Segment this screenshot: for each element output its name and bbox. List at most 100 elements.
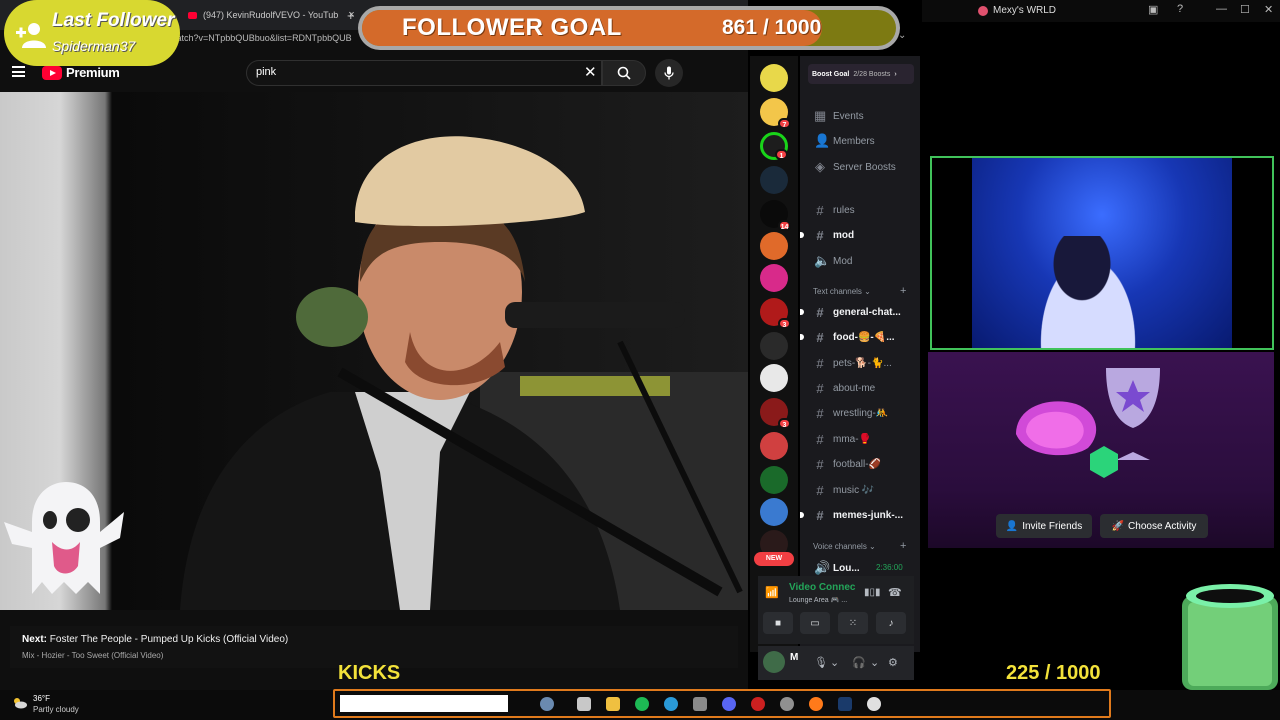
address-bar[interactable]: watch?v=NTpbbQUBbuo&list=RDNTpbbQUB [170,33,370,43]
user-initial[interactable]: M [790,652,798,663]
nav-events[interactable]: ▦ Events [814,108,864,124]
channel-mma[interactable]: # mma-🥊 [814,432,871,447]
server-icon[interactable] [760,64,788,92]
server-icon[interactable]: 3 [760,398,791,429]
invite-friends-button[interactable]: 👤 Invite Friends [996,514,1092,538]
category-voice-channels[interactable]: Voice channels ⌄ [813,542,876,551]
server-icon[interactable]: 1 [760,132,788,160]
app-icon[interactable] [693,697,707,711]
voice-room-name[interactable]: Lounge Area 🎮 ... [789,596,847,604]
hash-icon: # [816,508,824,523]
speaker-icon: 🔈 [814,253,831,268]
search-input[interactable] [246,60,602,86]
server-icon[interactable] [760,432,788,460]
up-next-label: Next: [22,634,48,645]
chrome-icon[interactable] [780,697,794,711]
screen-share-button[interactable]: ▭ [800,612,830,634]
hash-icon: # [816,228,824,243]
clear-search-icon[interactable]: ✕ [584,63,597,81]
inbox-icon[interactable]: ▣ [1148,3,1158,16]
channel-rules[interactable]: # rules [814,203,854,218]
channel-wrestling[interactable]: # wrestling-🤼 [814,406,888,421]
unread-badge: 14 [778,220,791,231]
spotify-icon[interactable] [635,697,649,711]
menu-icon[interactable] [12,66,25,77]
avatar[interactable] [763,651,785,673]
steam-icon[interactable] [838,697,852,711]
camera-button[interactable]: ■ [763,612,793,634]
choose-activity-button[interactable]: 🚀 Choose Activity [1100,514,1208,538]
up-next-video-title[interactable]: Foster The People - Pumped Up Kicks (Off… [50,634,288,645]
voice-status[interactable]: Video Connec [789,582,856,593]
channel-mod-voice[interactable]: 🔈 Mod [814,253,852,269]
weather-conditions[interactable]: Partly cloudy [33,705,79,714]
channel-general-chat[interactable]: # general-chat... [814,305,900,320]
add-voice-channel-icon[interactable]: + [900,540,906,552]
soundboard-icon[interactable]: ▮▯▮ [864,587,881,598]
browser-tab[interactable]: (947) KevinRudolfVEVO - YouTub × [180,4,363,26]
chevron-down-icon[interactable]: ⌄ [830,656,839,669]
signal-icon[interactable]: 📶 [765,586,779,599]
taskbar-search-input[interactable] [340,695,508,712]
file-explorer-icon[interactable] [606,697,620,711]
add-channel-icon[interactable]: + [900,285,906,297]
category-text-channels[interactable]: Text channels ⌄ [813,287,871,296]
opera-icon[interactable] [751,697,765,711]
channel-memes-junk[interactable]: # memes-junk-... [814,508,903,523]
close-window-icon[interactable]: ✕ [1264,3,1273,16]
help-icon[interactable]: ? [1177,3,1183,15]
channel-food[interactable]: # food-🍔-🍕... [814,330,894,345]
settings-icon[interactable]: ⚙ [888,656,898,669]
server-icon[interactable] [760,498,788,526]
headphones-icon[interactable]: 🎧 [852,656,866,669]
unread-badge: 3 [778,418,791,429]
new-tab-button[interactable]: + [347,8,355,23]
up-next-title[interactable]: Next: Foster The People - Pumped Up Kick… [22,634,288,645]
server-icon[interactable] [760,232,788,260]
channel-label: wrestling-🤼 [833,408,889,419]
unread-badge: 7 [778,118,791,129]
weather-temperature[interactable]: 36°F [33,694,50,703]
disconnect-icon[interactable]: ☎ [888,586,902,599]
search-input-value[interactable]: pink [256,66,276,78]
nav-members[interactable]: 👤 Members [814,133,875,149]
chevron-down-icon[interactable]: ⌄ [898,30,906,41]
category-label: Text channels [813,287,862,296]
soundboard-button[interactable]: ♪ [876,612,906,634]
voice-search-button[interactable] [655,59,683,87]
server-icon[interactable] [760,364,788,392]
server-icon[interactable]: 3 [760,298,791,329]
chevron-down-icon[interactable]: ⌄ [870,656,879,669]
webcam-person [1028,236,1148,348]
server-icon[interactable] [760,166,788,194]
mix-playlist-title[interactable]: Mix - Hozier - Too Sweet (Official Video… [22,651,163,660]
obs-icon[interactable] [867,697,881,711]
jar-widget-icon [1180,578,1280,690]
server-icon[interactable]: 7 [760,98,791,129]
youtube-logo[interactable]: Premium [42,65,120,80]
server-icon[interactable] [760,264,788,292]
minimize-icon[interactable]: — [1216,3,1227,15]
activities-button[interactable]: ⁙ [838,612,868,634]
channel-football[interactable]: # football-🏈 [814,457,881,472]
widget-icon[interactable] [540,697,554,711]
partly-cloudy-icon[interactable] [12,696,28,709]
channel-mod[interactable]: # mod [814,228,854,243]
youtube-play-icon [42,65,62,80]
microphone-icon[interactable]: 🎙 [814,656,828,669]
discord-icon[interactable] [722,697,736,711]
server-icon[interactable]: 14 [760,200,791,231]
maximize-icon[interactable]: ☐ [1240,3,1250,16]
voice-channel-lounge[interactable]: 🔊 Lou... [814,560,860,576]
search-button[interactable] [602,60,646,86]
edge-icon[interactable] [664,697,678,711]
channel-about-me[interactable]: # about-me [814,381,875,396]
server-icon[interactable] [760,466,788,494]
boost-goal-banner[interactable]: Boost Goal 2/28 Boosts › [808,64,914,84]
firefox-icon[interactable] [809,697,823,711]
channel-pets[interactable]: # pets-🐕-🐈... [814,356,891,371]
task-view-icon[interactable] [577,697,591,711]
channel-music[interactable]: # music 🎶 [814,483,874,498]
server-icon[interactable] [760,332,788,360]
nav-server-boosts[interactable]: ◈ Server Boosts [814,159,896,175]
